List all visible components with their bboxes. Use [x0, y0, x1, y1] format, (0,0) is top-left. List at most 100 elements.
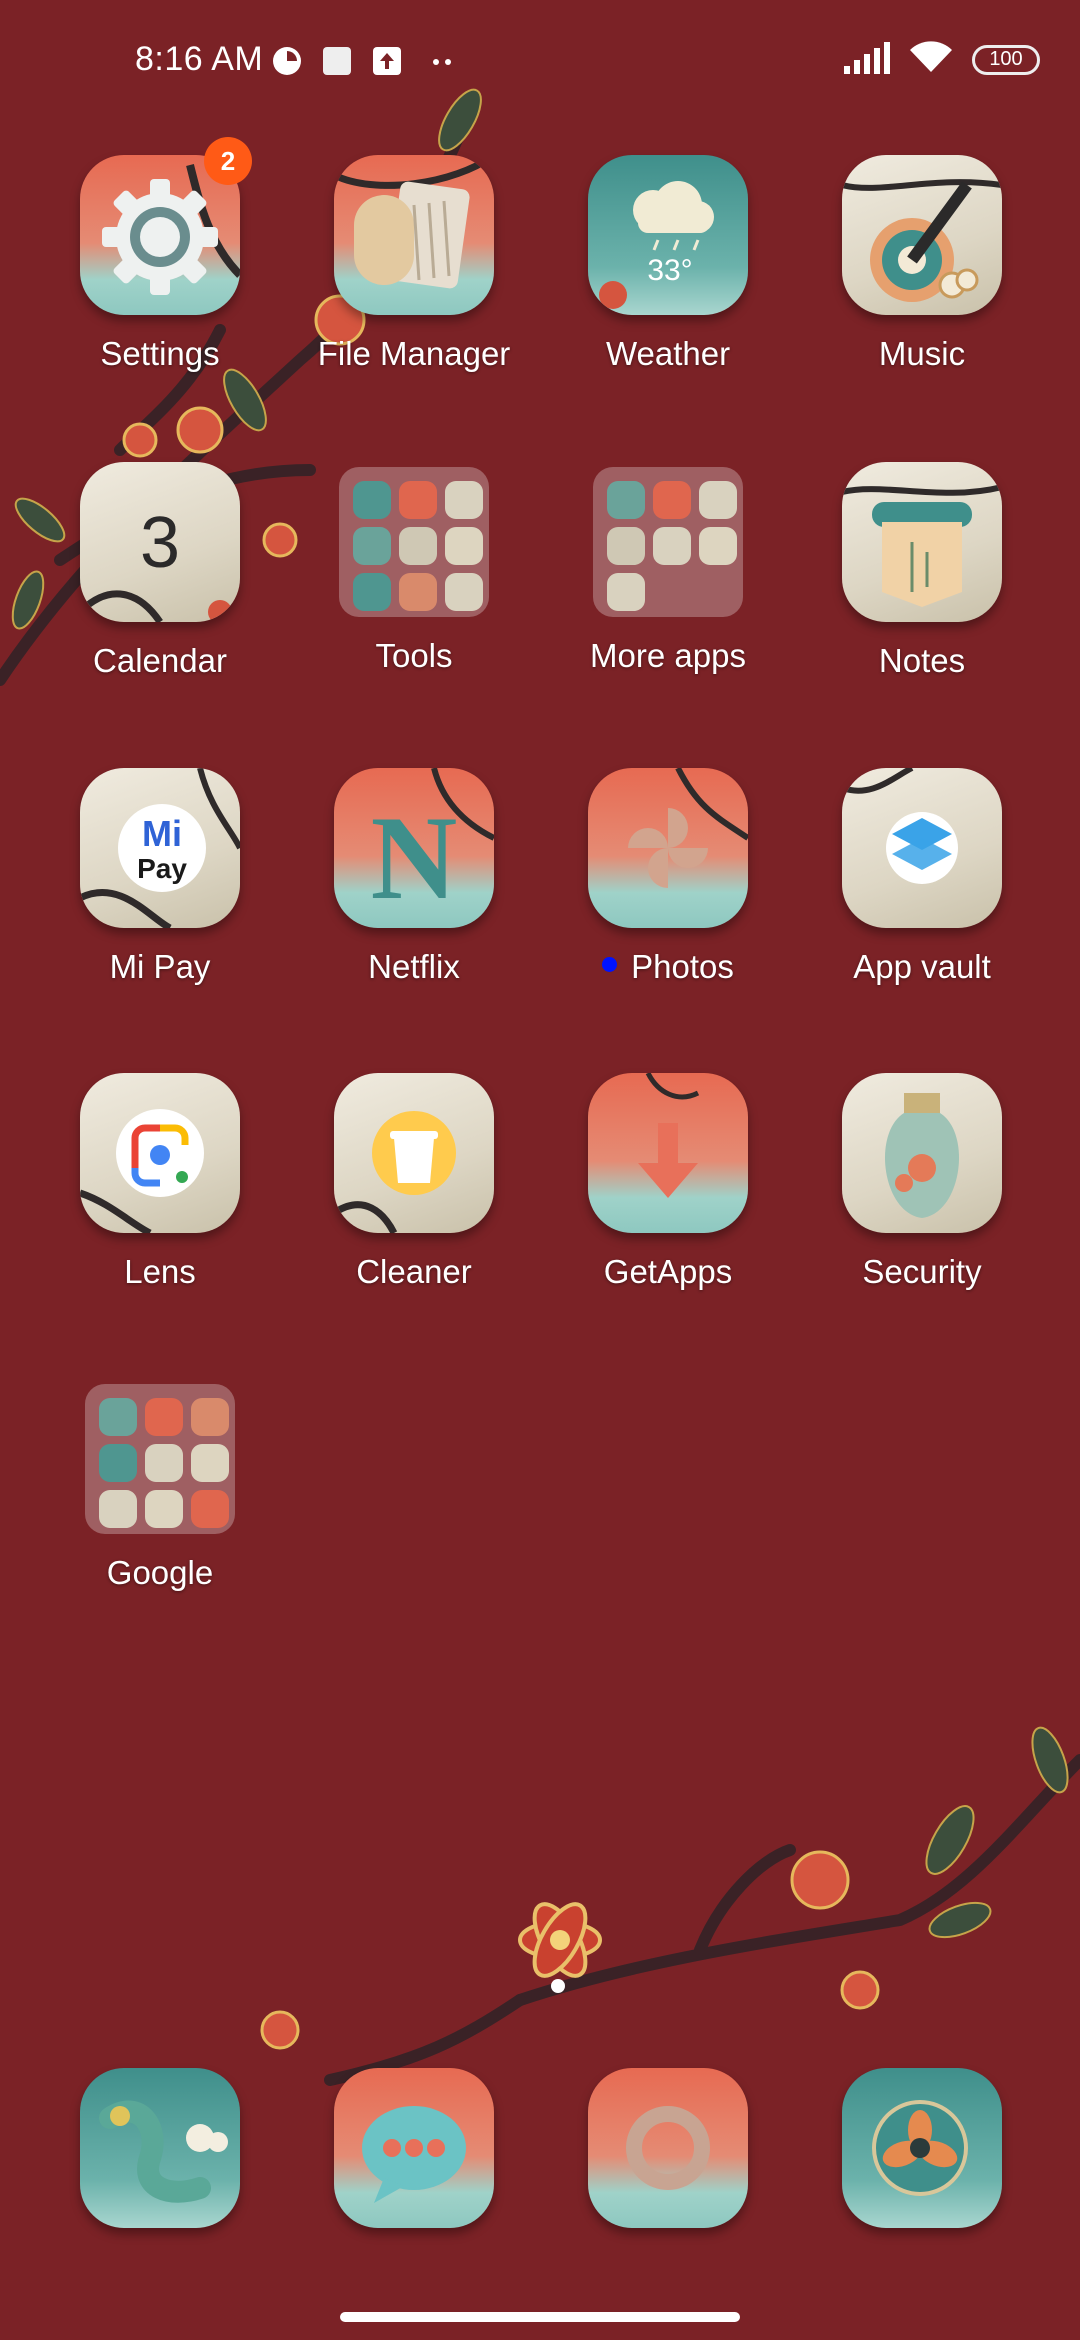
app-cleaner[interactable]: Cleaner: [284, 1073, 544, 1291]
pinwheel-icon: [588, 768, 748, 928]
svg-text:Pay: Pay: [137, 853, 187, 884]
folder-more-apps[interactable]: More apps: [538, 462, 798, 675]
mini-app-icon: [653, 527, 691, 565]
app-netflix[interactable]: N Netflix: [284, 768, 544, 986]
mini-app-icon: [353, 573, 391, 611]
calendar-icon: 3: [80, 462, 240, 622]
stop-icon: [320, 44, 354, 78]
svg-text:Mi: Mi: [142, 813, 182, 854]
mini-app-icon: [699, 481, 737, 519]
svg-text:N: N: [371, 791, 458, 924]
browser-ring-icon: [588, 2068, 748, 2228]
cloud-icon: 33°: [588, 155, 748, 315]
pie-icon: [270, 44, 304, 78]
app-getapps[interactable]: GetApps: [538, 1073, 798, 1291]
folder-tools[interactable]: Tools: [284, 462, 544, 675]
app-mi-pay[interactable]: Mi Pay Mi Pay: [30, 768, 290, 986]
vase-icon: [842, 1073, 1002, 1233]
guitar-icon: [842, 155, 1002, 315]
mini-app-icon: [191, 1398, 229, 1436]
app-label: Google: [106, 1554, 214, 1591]
dock-phone[interactable]: [30, 2068, 290, 2228]
app-notes[interactable]: Notes: [792, 462, 1052, 680]
folder-icon: [339, 467, 489, 617]
clock: 8:16 AM: [135, 40, 264, 78]
app-label: GetApps: [603, 1253, 733, 1290]
scroll-folder-icon: [334, 155, 494, 315]
app-music[interactable]: Music: [792, 155, 1052, 373]
app-label: Lens: [124, 1253, 196, 1290]
status-bar: 8:16 AM 100: [0, 0, 1080, 124]
app-label: Calendar: [93, 642, 227, 679]
phone-dragon-icon: [80, 2068, 240, 2228]
lens-icon: [80, 1073, 240, 1233]
mini-app-icon: [99, 1490, 137, 1528]
app-label: Notes: [878, 642, 966, 679]
mini-app-icon: [99, 1444, 137, 1482]
app-label: Weather: [605, 335, 731, 372]
camera-icon: [842, 2068, 1002, 2228]
app-settings[interactable]: 2 Settings: [30, 137, 290, 373]
mi-pay-icon: Mi Pay: [80, 768, 240, 928]
folder-icon: [85, 1384, 235, 1534]
temperature: 33°: [647, 254, 692, 287]
app-calendar[interactable]: 3 Calendar: [30, 462, 290, 680]
app-label: Security: [862, 1253, 982, 1290]
app-label: Photos: [538, 948, 798, 986]
folder-google[interactable]: Google: [30, 1379, 290, 1592]
mini-app-icon: [99, 1398, 137, 1436]
home-gesture-bar[interactable]: [340, 2312, 740, 2322]
mini-app-icon: [399, 527, 437, 565]
mini-app-icon: [607, 573, 645, 611]
upload-icon: [370, 44, 404, 78]
trash-icon: [334, 1073, 494, 1233]
mini-app-icon: [191, 1490, 229, 1528]
mini-app-icon: [445, 481, 483, 519]
scroll-icon: [842, 462, 1002, 622]
notification-badge: 2: [204, 137, 252, 185]
app-file-manager[interactable]: File Manager: [284, 155, 544, 373]
layers-icon: [842, 768, 1002, 928]
mini-app-icon: [191, 1444, 229, 1482]
app-label: Mi Pay: [109, 948, 211, 985]
mini-app-icon: [607, 527, 645, 565]
wifi-icon: [908, 40, 954, 79]
page-indicator: [551, 1979, 565, 1993]
netflix-icon: N: [334, 768, 494, 928]
app-security[interactable]: Security: [792, 1073, 1052, 1291]
mini-app-icon: [353, 527, 391, 565]
app-label: File Manager: [317, 335, 511, 372]
app-label: Music: [878, 335, 966, 372]
mini-app-icon: [145, 1490, 183, 1528]
app-label: App vault: [853, 948, 991, 985]
app-lens[interactable]: Lens: [30, 1073, 290, 1291]
app-app-vault[interactable]: App vault: [792, 768, 1052, 986]
app-label: More apps: [590, 637, 746, 674]
dock-messages[interactable]: [284, 2068, 544, 2228]
mini-app-icon: [353, 481, 391, 519]
mini-app-icon: [607, 481, 645, 519]
app-label: Netflix: [368, 948, 460, 985]
mini-app-icon: [145, 1398, 183, 1436]
mini-app-icon: [445, 573, 483, 611]
mini-app-icon: [653, 481, 691, 519]
battery-icon: 100: [972, 44, 1040, 75]
mini-app-icon: [399, 481, 437, 519]
mini-app-icon: [145, 1444, 183, 1482]
signal-icon: [842, 40, 890, 79]
calendar-day: 3: [140, 503, 180, 583]
new-dot: [602, 957, 618, 972]
app-photos[interactable]: Photos: [538, 768, 798, 986]
app-label: Settings: [100, 335, 220, 372]
folder-icon: [593, 467, 743, 617]
more-dots-icon: [425, 44, 459, 78]
dock-camera[interactable]: [792, 2068, 1052, 2228]
dock-browser[interactable]: [538, 2068, 798, 2228]
app-label: Cleaner: [356, 1253, 472, 1290]
app-label: Tools: [375, 637, 453, 674]
mini-app-icon: [399, 573, 437, 611]
app-weather[interactable]: 33° Weather: [538, 155, 798, 373]
mini-app-icon: [699, 527, 737, 565]
messages-icon: [334, 2068, 494, 2228]
download-arrow-icon: [588, 1073, 748, 1233]
